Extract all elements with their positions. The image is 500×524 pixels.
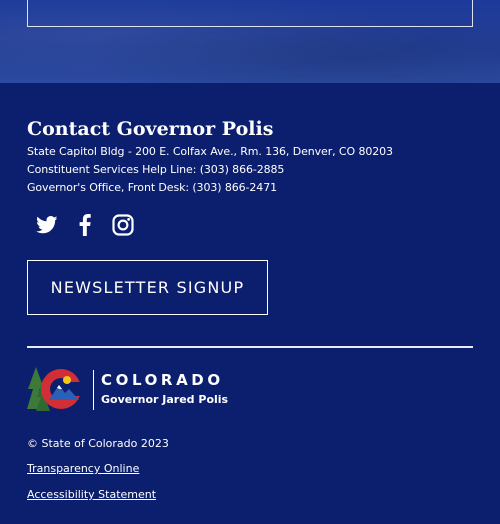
newsletter-signup-button[interactable]: NEWSLETTER SIGNUP — [27, 260, 268, 315]
hero-content-box — [27, 0, 473, 27]
twitter-icon — [36, 216, 58, 234]
facebook-link[interactable] — [73, 213, 97, 237]
transparency-online-link[interactable]: Transparency Online — [27, 462, 139, 475]
contact-heading: Contact Governor Polis — [27, 118, 274, 140]
contact-address: State Capitol Bldg - 200 E. Colfax Ave.,… — [27, 145, 393, 158]
accessibility-statement-link[interactable]: Accessibility Statement — [27, 488, 156, 501]
twitter-link[interactable] — [35, 213, 59, 237]
contact-office: Governor's Office, Front Desk: (303) 866… — [27, 181, 277, 194]
instagram-icon — [112, 214, 134, 236]
logo-subtitle: Governor Jared Polis — [101, 393, 229, 406]
footer-divider — [27, 346, 473, 348]
logo-wordmark: COLORADO — [101, 371, 224, 389]
facebook-icon — [79, 214, 91, 236]
logo-divider — [93, 370, 94, 410]
copyright-text: © State of Colorado 2023 — [27, 437, 169, 450]
instagram-link[interactable] — [111, 213, 135, 237]
contact-helpline: Constituent Services Help Line: (303) 86… — [27, 163, 285, 176]
hero-banner — [0, 0, 500, 83]
